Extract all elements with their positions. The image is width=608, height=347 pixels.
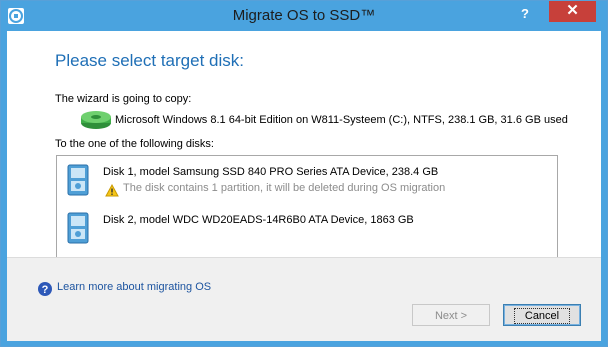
warning-icon <box>105 182 119 201</box>
disk-title: Disk 1, model Samsung SSD 840 PRO Series… <box>103 166 439 178</box>
target-label: To the one of the following disks: <box>55 138 214 150</box>
disk-list[interactable]: Disk 1, model Samsung SSD 840 PRO Series… <box>56 155 558 273</box>
help-button[interactable]: ? <box>513 4 537 24</box>
dialog-window: Migrate OS to SSD™ ? ✕ Please select tar… <box>0 0 608 347</box>
disk-warning: The disk contains 1 partition, it will b… <box>123 182 446 194</box>
question-icon[interactable]: ? <box>37 281 53 301</box>
page-title: Please select target disk: <box>55 51 244 70</box>
cancel-label: Cancel <box>513 308 571 324</box>
hard-disk-icon <box>67 164 89 200</box>
disk-item[interactable]: Disk 1, model Samsung SSD 840 PRO Series… <box>67 164 547 198</box>
disk-title: Disk 2, model WDC WD20EADS-14R6B0 ATA De… <box>103 214 414 226</box>
dialog-footer: ? Learn more about migrating OS Next > C… <box>7 257 601 341</box>
cancel-button[interactable]: Cancel <box>503 304 581 326</box>
svg-text:?: ? <box>42 284 49 296</box>
close-button[interactable]: ✕ <box>549 1 596 22</box>
title-bar[interactable]: Migrate OS to SSD™ ? ✕ <box>1 1 607 31</box>
hard-disk-icon <box>67 212 89 248</box>
next-button[interactable]: Next > <box>412 304 490 326</box>
windows-disk-icon <box>79 109 113 135</box>
os-description: Microsoft Windows 8.1 64-bit Edition on … <box>115 114 568 126</box>
disk-item[interactable]: Disk 2, model WDC WD20EADS-14R6B0 ATA De… <box>67 212 547 246</box>
learn-more-link[interactable]: Learn more about migrating OS <box>57 281 211 293</box>
copy-label: The wizard is going to copy: <box>55 93 192 105</box>
